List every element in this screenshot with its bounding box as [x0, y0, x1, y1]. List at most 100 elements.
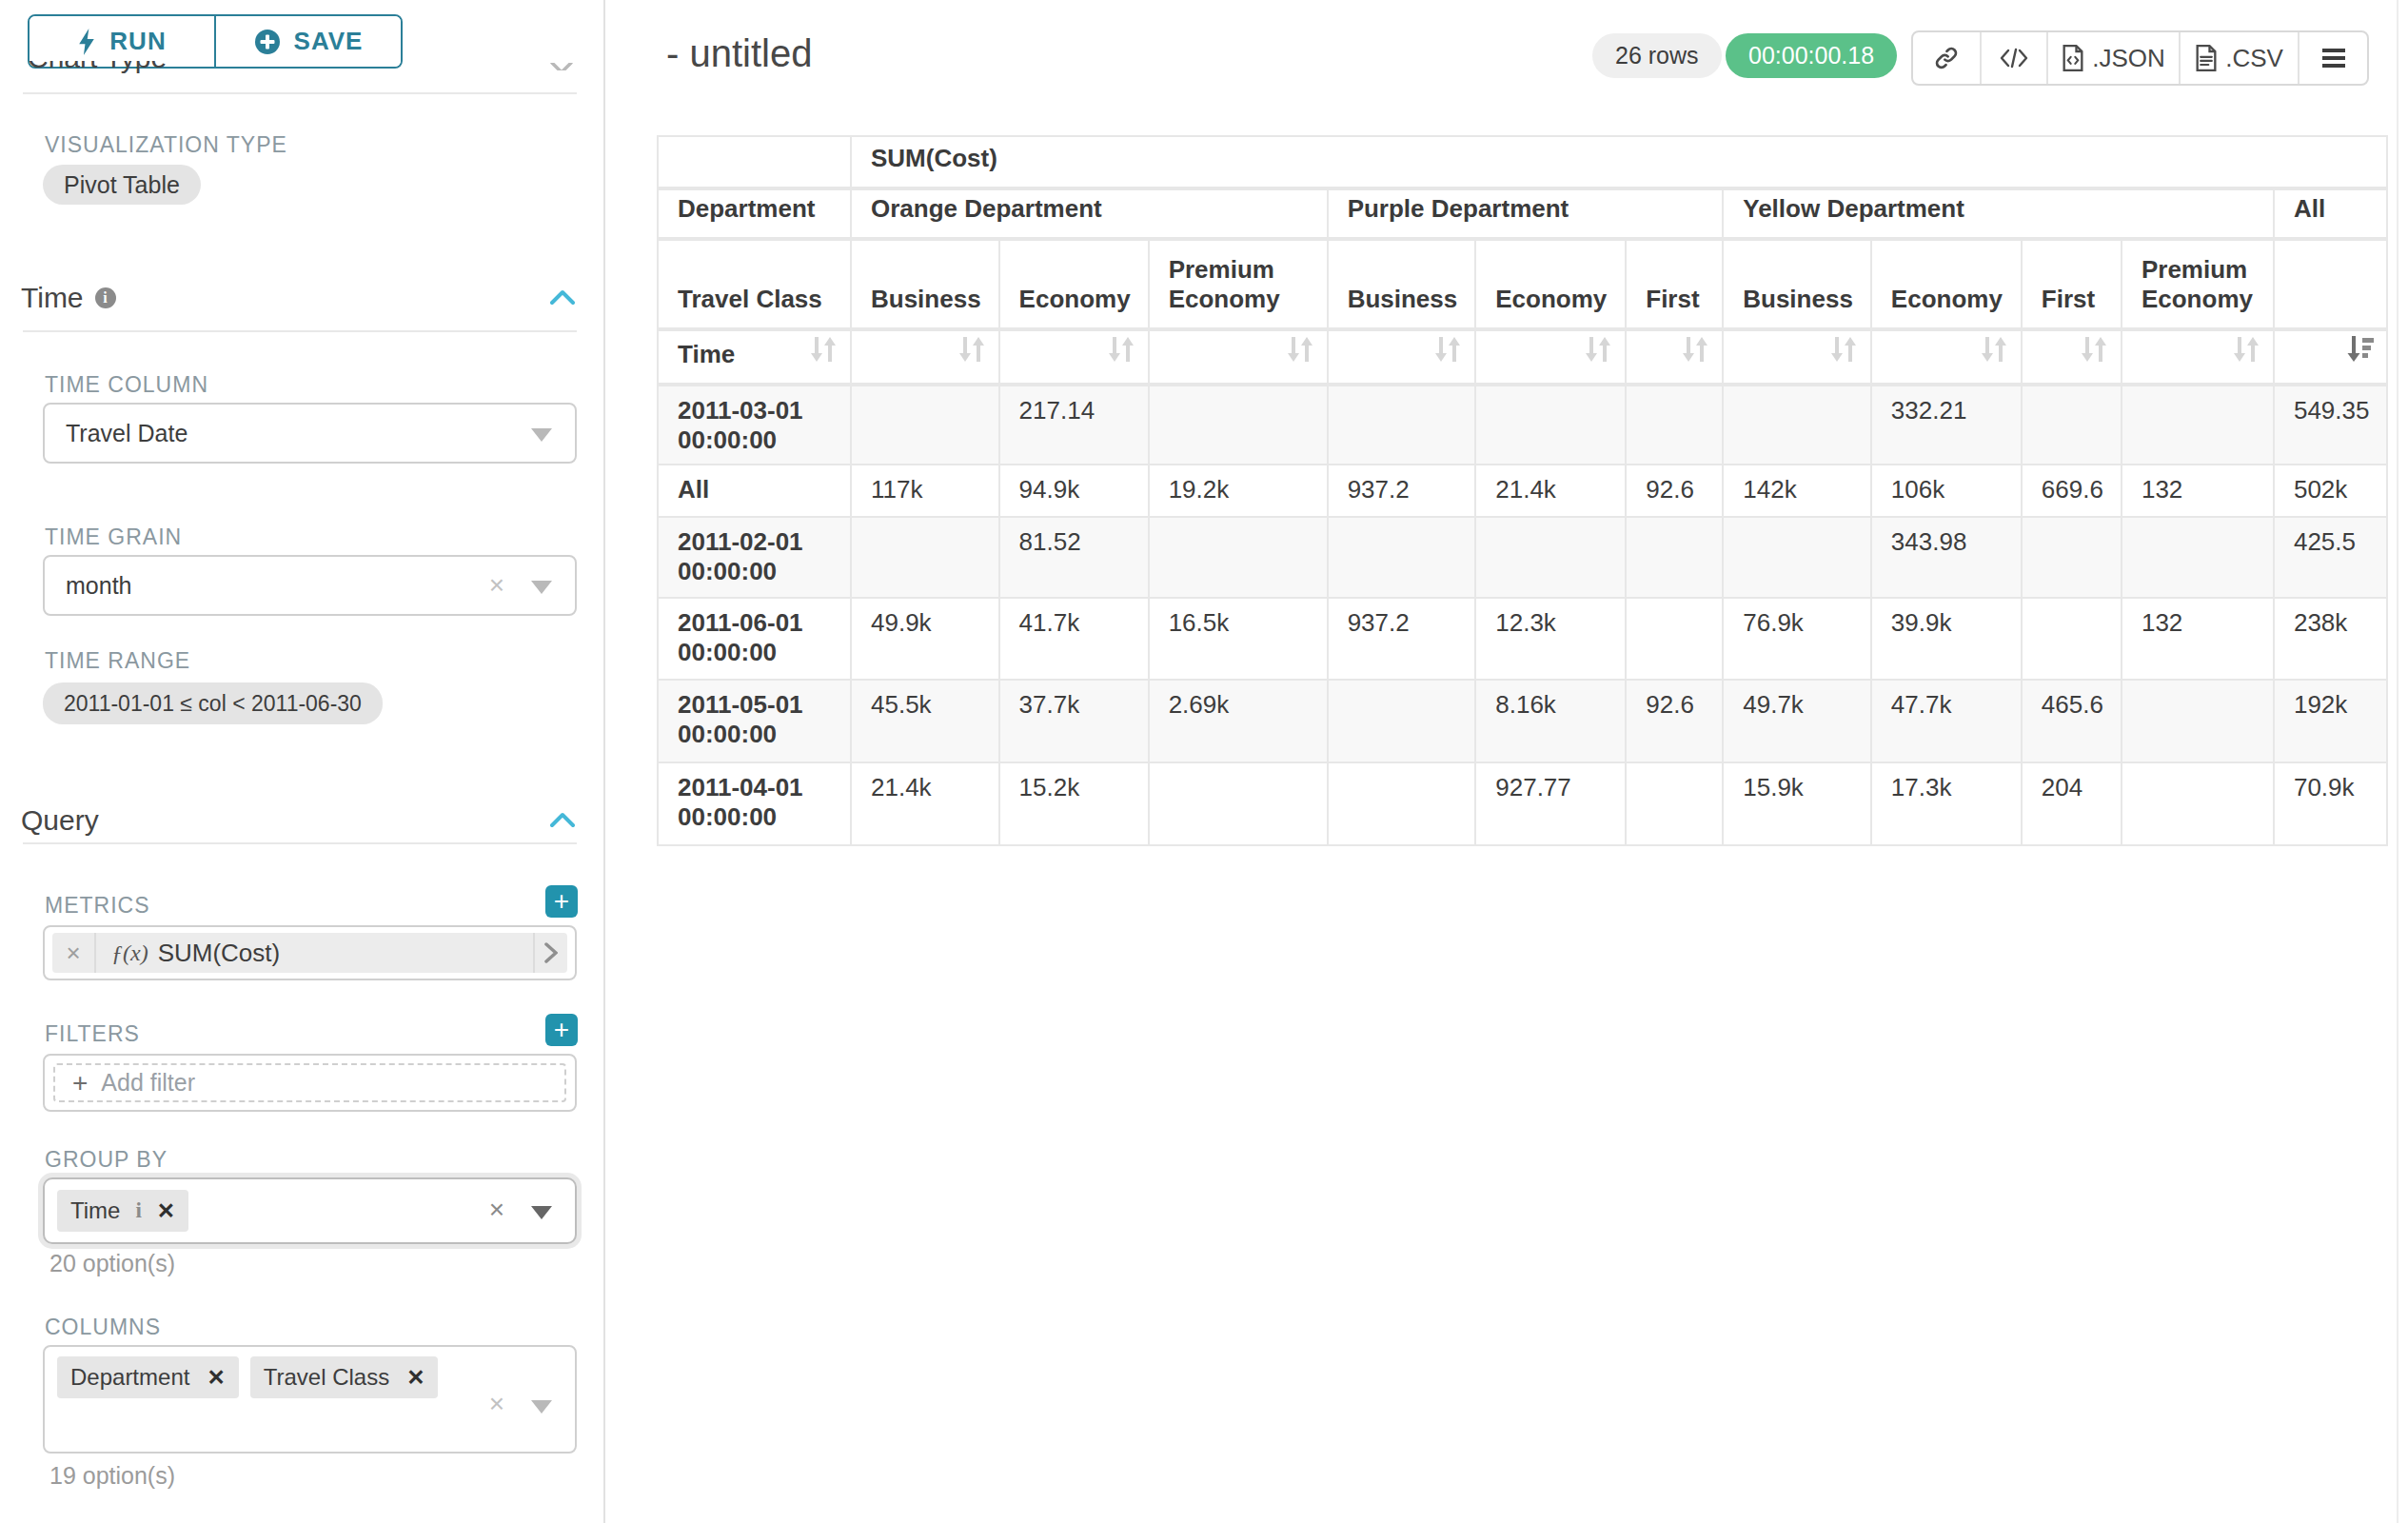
share-link-button[interactable] — [1913, 32, 1980, 84]
sortable-column-header[interactable] — [1871, 329, 2022, 385]
sortable-column-header[interactable] — [999, 329, 1149, 385]
json-button-label: .JSON — [2092, 44, 2165, 73]
table-row: 2011-06-01 00:00:0049.9k41.7k16.5k937.21… — [658, 598, 2387, 680]
remove-metric-icon[interactable]: × — [52, 939, 94, 968]
clear-icon[interactable]: × — [489, 1389, 504, 1419]
value-cell — [1149, 762, 1328, 845]
sort-icon[interactable] — [1828, 334, 1859, 365]
add-filter-plus-button[interactable]: + — [545, 1014, 578, 1046]
travel-class-cell: Premium Economy — [2122, 239, 2274, 329]
value-cell — [2022, 385, 2122, 465]
sort-icon[interactable] — [1979, 334, 2009, 365]
json-file-icon — [2062, 45, 2084, 71]
value-cell: 47.7k — [1871, 680, 2022, 762]
table-row: 2011-05-01 00:00:0045.5k37.7k2.69k8.16k9… — [658, 680, 2387, 762]
query-section-collapse-icon[interactable] — [550, 811, 575, 828]
columns-chip-department[interactable]: Department ✕ — [57, 1356, 239, 1398]
sort-icon[interactable] — [1106, 334, 1136, 365]
embed-code-button[interactable] — [1980, 32, 2046, 84]
add-filter-label: Add filter — [101, 1069, 195, 1097]
metric-chip[interactable]: × ƒ(x) SUM(Cost) — [52, 933, 567, 973]
remove-chip-icon[interactable]: ✕ — [157, 1198, 175, 1224]
sortable-column-header[interactable] — [1723, 329, 1871, 385]
column-info-icon[interactable]: i — [135, 1198, 141, 1223]
csv-button-label: .CSV — [2225, 44, 2283, 73]
value-cell — [851, 517, 999, 598]
group-by-chip-time[interactable]: Time i ✕ — [57, 1190, 188, 1232]
time-range-pill[interactable]: 2011-01-01 ≤ col < 2011-06-30 — [43, 682, 383, 724]
lightning-bolt-icon — [77, 29, 96, 55]
time-column-select[interactable]: Travel Date — [43, 403, 577, 464]
sort-icon[interactable] — [2231, 334, 2261, 365]
export-csv-button[interactable]: .CSV — [2179, 32, 2298, 84]
travel-class-cell: First — [1626, 239, 1723, 329]
time-row-header[interactable]: Time — [658, 329, 851, 385]
scrollbar-track[interactable] — [2397, 0, 2398, 1523]
add-filter-button[interactable]: + Add filter — [53, 1063, 566, 1102]
value-cell: 549.35 — [2274, 385, 2388, 465]
clear-icon[interactable]: × — [489, 1195, 504, 1225]
sortable-column-header[interactable] — [2022, 329, 2122, 385]
value-cell: 425.5 — [2274, 517, 2388, 598]
value-cell: 17.3k — [1871, 762, 2022, 845]
table-row: 2011-02-01 00:00:0081.52343.98425.5 — [658, 517, 2387, 598]
sort-icon[interactable] — [808, 334, 839, 365]
travel-class-cell: Economy — [999, 239, 1149, 329]
sortable-column-header[interactable] — [1626, 329, 1723, 385]
sort-icon[interactable] — [1680, 334, 1710, 365]
sortable-column-header[interactable] — [1149, 329, 1328, 385]
sortable-column-header[interactable] — [851, 329, 999, 385]
query-section-title: Query — [21, 804, 99, 837]
hamburger-menu-icon — [2321, 48, 2346, 69]
columns-select[interactable]: Department ✕ Travel Class ✕ × — [43, 1345, 577, 1454]
value-cell: 927.77 — [1475, 762, 1626, 845]
run-button[interactable]: RUN — [30, 16, 214, 67]
sortable-column-header-all[interactable] — [2274, 329, 2388, 385]
more-options-button[interactable] — [2298, 32, 2367, 84]
save-button[interactable]: SAVE — [214, 16, 401, 67]
value-cell: 45.5k — [851, 680, 999, 762]
time-section-collapse-icon[interactable] — [550, 288, 575, 306]
sort-icon[interactable] — [957, 334, 987, 365]
value-cell: 76.9k — [1723, 598, 1871, 680]
value-cell — [1626, 762, 1723, 845]
info-icon[interactable]: i — [95, 287, 116, 308]
sort-desc-active-icon[interactable] — [2346, 334, 2375, 365]
chart-title[interactable]: - untitled — [666, 32, 812, 75]
value-cell — [1475, 517, 1626, 598]
sort-icon[interactable] — [1285, 334, 1315, 365]
row-label-cell: 2011-02-01 00:00:00 — [658, 517, 851, 598]
sort-icon[interactable] — [1432, 334, 1463, 365]
value-cell: 204 — [2022, 762, 2122, 845]
metric-name: SUM(Cost) — [158, 939, 281, 968]
table-row: 2011-03-01 00:00:00217.14332.21549.35 — [658, 385, 2387, 465]
visualization-type-pill[interactable]: Pivot Table — [43, 165, 201, 205]
remove-chip-icon[interactable]: ✕ — [406, 1365, 424, 1391]
export-json-button[interactable]: .JSON — [2046, 32, 2179, 84]
time-section-header: Time i — [21, 282, 116, 314]
value-cell — [2122, 680, 2274, 762]
sort-icon[interactable] — [1583, 334, 1613, 365]
chevron-down-icon — [531, 1400, 552, 1414]
add-metric-button[interactable]: + — [545, 885, 578, 918]
clear-icon[interactable]: × — [489, 570, 504, 601]
value-cell: 192k — [2274, 680, 2388, 762]
group-by-select[interactable]: Time i ✕ × — [43, 1177, 577, 1244]
value-cell: 94.9k — [999, 465, 1149, 517]
value-cell — [1723, 385, 1871, 465]
sortable-column-header[interactable] — [2122, 329, 2274, 385]
visualization-type-label: VISUALIZATION TYPE — [45, 132, 287, 158]
sortable-column-header[interactable] — [1328, 329, 1476, 385]
chart-type-collapse-icon[interactable] — [550, 63, 577, 70]
sortable-column-header[interactable] — [1475, 329, 1626, 385]
value-cell — [1475, 385, 1626, 465]
sort-icon[interactable] — [2079, 334, 2109, 365]
time-grain-select[interactable]: month × — [43, 555, 577, 616]
chevron-down-icon — [531, 581, 552, 594]
value-cell: 8.16k — [1475, 680, 1626, 762]
value-cell — [1626, 385, 1723, 465]
divider — [23, 842, 577, 844]
remove-chip-icon[interactable]: ✕ — [207, 1365, 225, 1391]
columns-chip-travel-class[interactable]: Travel Class ✕ — [250, 1356, 439, 1398]
divider — [23, 92, 577, 94]
